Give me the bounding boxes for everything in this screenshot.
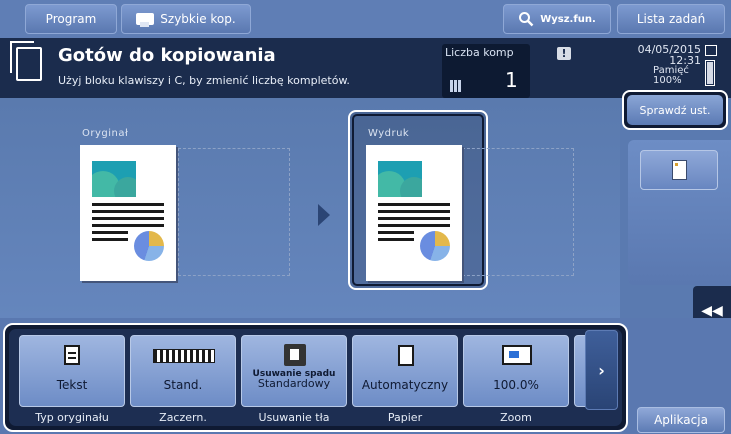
function-tray: Tekst Typ oryginału Stand. Zaczern. Usuw… bbox=[3, 323, 628, 432]
background-removal-button[interactable]: Usuwanie spadu Standardowy bbox=[241, 335, 347, 407]
output-page-preview bbox=[366, 145, 462, 281]
zoom-button[interactable]: 100.0% bbox=[463, 335, 569, 407]
orientation-button[interactable] bbox=[640, 150, 718, 190]
density-button[interactable]: Stand. bbox=[130, 335, 236, 407]
search-icon bbox=[519, 12, 534, 27]
chevron-right-icon: › bbox=[598, 360, 605, 380]
pie-chart-icon bbox=[420, 231, 450, 261]
job-list-label: Lista zadań bbox=[636, 12, 706, 26]
text-line bbox=[378, 224, 450, 227]
pie-chart-icon bbox=[134, 231, 164, 261]
text-line bbox=[378, 217, 450, 220]
background-removal-icon bbox=[284, 344, 306, 366]
paper-value: Automatyczny bbox=[361, 378, 449, 392]
quick-copy-button[interactable]: Szybkie kop. bbox=[121, 4, 251, 34]
text-line bbox=[92, 217, 164, 220]
original-page-preview bbox=[80, 145, 176, 281]
paper-icon bbox=[398, 345, 414, 366]
density-icon bbox=[153, 349, 215, 363]
text-line bbox=[92, 231, 128, 234]
background-removal-caption: Usuwanie tła bbox=[258, 411, 330, 424]
copy-mode-icon bbox=[10, 41, 42, 81]
text-line bbox=[378, 210, 450, 213]
status-title: Gotów do kopiowania bbox=[58, 45, 276, 66]
output-outline bbox=[462, 148, 574, 276]
copier-icon bbox=[136, 13, 155, 27]
check-settings-label: Sprawdź ust. bbox=[639, 103, 711, 117]
memory-indicator: Pamięć 100% bbox=[653, 66, 689, 86]
original-outline bbox=[178, 148, 290, 276]
status-message: Użyj bloku klawiszy i C, by zmienić licz… bbox=[58, 74, 350, 87]
memory-bar-icon bbox=[705, 60, 715, 86]
check-settings-button[interactable]: Sprawdź ust. bbox=[622, 90, 728, 130]
program-button[interactable]: Program bbox=[25, 4, 117, 34]
paper-button[interactable]: Automatyczny bbox=[352, 335, 458, 407]
zoom-icon bbox=[502, 345, 532, 365]
zoom-value: 100.0% bbox=[493, 378, 539, 392]
text-line bbox=[92, 210, 164, 213]
text-line bbox=[378, 231, 414, 234]
keypad-icon bbox=[450, 80, 462, 92]
original-label: Oryginał bbox=[82, 128, 129, 139]
copy-count-label: Liczba komp bbox=[445, 46, 514, 59]
application-label: Aplikacja bbox=[654, 413, 708, 427]
function-search-label: Wysz.fun. bbox=[540, 13, 596, 25]
original-type-value: Tekst bbox=[56, 378, 88, 392]
warning-icon[interactable]: ! bbox=[557, 47, 571, 60]
paper-caption: Papier bbox=[387, 411, 423, 424]
next-page-button[interactable]: › bbox=[585, 330, 618, 410]
status-flag-icon bbox=[705, 45, 717, 56]
image-icon bbox=[92, 161, 136, 197]
arrow-right-icon bbox=[318, 204, 330, 226]
quick-copy-label: Szybkie kop. bbox=[160, 12, 236, 26]
zoom-caption: Zoom bbox=[500, 411, 532, 424]
text-line bbox=[92, 238, 128, 241]
memory-value: 100% bbox=[653, 75, 682, 86]
portrait-page-icon bbox=[671, 160, 687, 180]
original-type-caption: Typ oryginału bbox=[35, 411, 109, 424]
date-time: 04/05/2015 12:31 bbox=[638, 44, 701, 66]
text-line bbox=[378, 238, 414, 241]
double-chevron-left-icon: ◀◀ bbox=[701, 303, 723, 319]
text-line bbox=[92, 203, 164, 206]
background-removal-setting: Standardowy bbox=[257, 377, 331, 390]
program-button-label: Program bbox=[45, 12, 97, 26]
function-search-button[interactable]: Wysz.fun. bbox=[503, 4, 611, 34]
background-removal-value: Usuwanie spadu Standardowy bbox=[242, 370, 346, 390]
job-list-button[interactable]: Lista zadań bbox=[617, 4, 725, 34]
image-icon bbox=[378, 161, 422, 197]
text-line bbox=[92, 224, 164, 227]
density-value: Stand. bbox=[163, 378, 203, 392]
document-icon bbox=[64, 345, 80, 365]
output-label: Wydruk bbox=[368, 128, 410, 139]
application-button[interactable]: Aplikacja bbox=[637, 407, 725, 433]
copy-count-value: 1 bbox=[505, 68, 518, 92]
original-type-button[interactable]: Tekst bbox=[19, 335, 125, 407]
text-line bbox=[378, 203, 450, 206]
density-caption: Zaczern. bbox=[159, 411, 207, 424]
